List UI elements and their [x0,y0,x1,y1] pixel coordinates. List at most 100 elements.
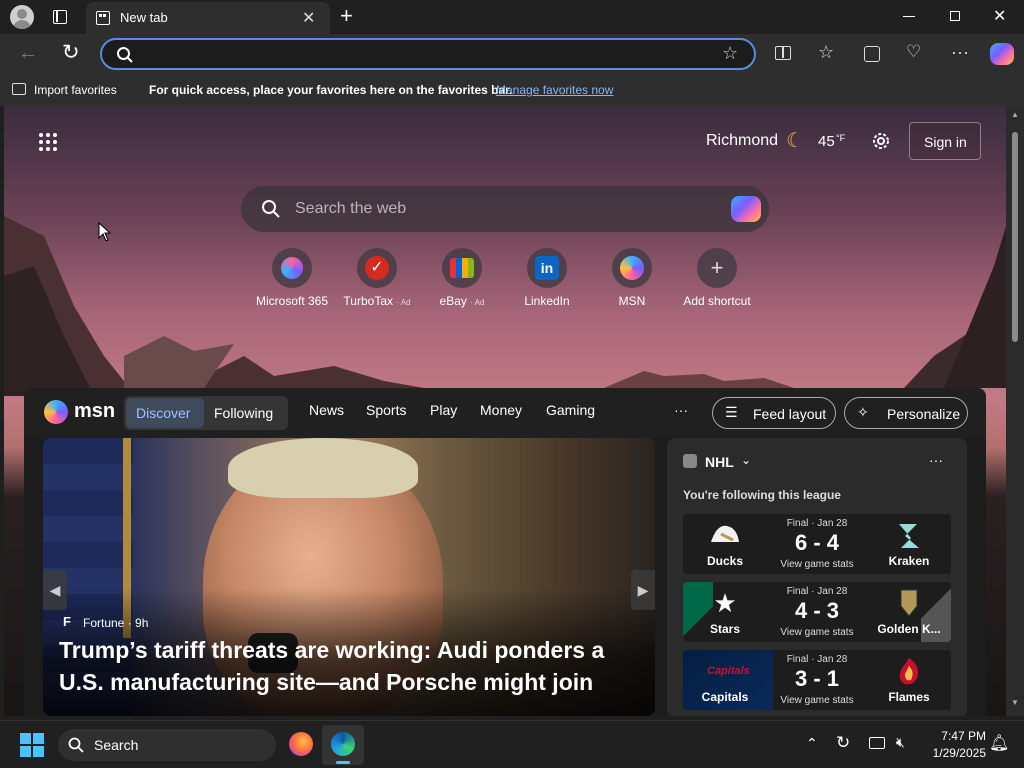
favorite-star-icon[interactable]: ☆ [722,43,738,64]
performance-icon[interactable]: ♡ [906,42,921,62]
notifications-bell-icon[interactable]: 🔔︎ [989,733,1009,753]
nav-more[interactable]: ··· [674,402,688,418]
favorites-bar: Import favorites For quick access, place… [0,74,1024,106]
favorites-icon[interactable]: ☆ [818,42,834,63]
following-subtitle: You're following this league [683,488,841,502]
golden-knights-logo-icon [891,588,927,618]
nav-play[interactable]: Play [430,402,457,418]
feed-navigation: msn Discover Following News Sports Play … [24,388,986,438]
shortcut-msn[interactable]: MSN [587,248,677,308]
feed-content: ◀ ▶ F Fortune · 9h Trump’s tariff threat… [24,438,986,716]
league-selector[interactable]: NHL [705,454,734,470]
msn-logo-icon [44,400,68,424]
stars-logo-icon: ★ [713,588,737,618]
sign-in-button[interactable]: Sign in [909,122,981,160]
chevron-down-icon[interactable]: ⌄ [741,453,751,467]
ducks-logo-icon [707,520,743,550]
shortcut-linkedin[interactable]: in LinkedIn [502,248,592,308]
shortcut-ebay[interactable]: eBay · Ad [417,248,507,308]
settings-more-icon[interactable]: ··· [951,42,969,63]
weather-city[interactable]: Richmond [706,132,778,150]
copilot-icon[interactable] [990,43,1014,65]
address-input[interactable] [142,45,702,65]
hero-article-card[interactable]: ◀ ▶ F Fortune · 9h Trump’s tariff threat… [43,438,655,716]
tab-discover[interactable]: Discover [126,398,204,428]
tab-title: New tab [120,10,168,25]
new-tab-button[interactable]: + [340,3,353,29]
page-scrollbar[interactable]: ▲ ▼ [1006,106,1024,716]
copilot-search-icon[interactable] [731,196,761,222]
web-search-input[interactable] [295,198,695,220]
start-windows-icon[interactable] [20,733,44,757]
network-icon[interactable] [869,737,885,749]
web-search-icon [262,200,280,218]
nav-news[interactable]: News [309,402,344,418]
personalize-button[interactable]: ✧ Personalize [844,397,968,429]
collections-icon[interactable] [864,46,880,62]
sliders-icon: ☰ [725,404,738,420]
clock-date[interactable]: 1/29/2025 [924,746,986,760]
game-card[interactable]: ★ Stars Final · Jan 28 4 - 3 View game s… [683,582,951,642]
ebay-icon [450,258,474,278]
weather-unit: °F [836,133,846,143]
edge-taskbar-button[interactable] [322,725,364,765]
show-hidden-icons-chevron-icon[interactable]: ⌃ [806,735,818,752]
firefox-icon[interactable] [289,732,313,756]
game-card[interactable]: Ducks Final · Jan 28 6 - 4 View game sta… [683,514,951,574]
msn-icon [620,256,644,280]
restore-icon[interactable] [950,11,960,21]
feed-layout-button[interactable]: ☰ Feed layout [712,397,836,429]
taskbar-search[interactable]: Search [58,729,276,761]
page-settings-gear-icon[interactable] [870,130,892,152]
scroll-up-icon[interactable]: ▲ [1011,110,1019,119]
nav-gaming[interactable]: Gaming [546,402,595,418]
sparkle-icon: ✧ [857,404,869,420]
scroll-down-icon[interactable]: ▼ [1011,698,1019,707]
back-icon[interactable]: ← [18,42,38,65]
title-bar: New tab ✕ + ✕ [0,0,1024,34]
hero-photo-hair [228,438,418,498]
weather-temp[interactable]: 45 [818,133,835,150]
flames-logo-icon [891,656,927,686]
nav-money[interactable]: Money [480,402,522,418]
taskbar-search-icon [68,737,84,753]
tab-actions-icon[interactable] [53,10,67,24]
minimize-icon[interactable] [903,16,915,17]
split-screen-icon[interactable] [775,46,791,60]
nav-sports[interactable]: Sports [366,402,406,418]
close-window-icon[interactable]: ✕ [993,6,1006,26]
carousel-next-button[interactable]: ▶ [631,570,655,610]
close-tab-icon[interactable]: ✕ [302,8,315,28]
import-icon [12,83,26,95]
nhl-scores-card: NHL ⌄ ··· You're following this league D… [667,438,967,716]
refresh-icon[interactable]: ↻ [62,40,80,65]
nhl-more-button[interactable]: ··· [929,452,943,468]
search-icon [117,47,133,63]
article-headline[interactable]: Trump’s tariff threats are working: Audi… [59,634,629,698]
apps-grid-icon[interactable] [38,132,58,152]
import-favorites-button[interactable]: Import favorites [34,83,117,97]
game-card[interactable]: Capitals Capitals Final · Jan 28 3 - 1 V… [683,650,951,710]
sign-in-label: Sign in [924,134,967,150]
shortcut-microsoft-365[interactable]: Microsoft 365 [247,248,337,308]
manage-favorites-link[interactable]: Manage favorites now [496,83,613,97]
tab-following[interactable]: Following [214,405,273,421]
carousel-prev-button[interactable]: ◀ [43,570,67,610]
msn-brand: msn [74,400,116,422]
browser-toolbar: ← ↻ ☆ ☆ ♡ ··· [0,34,1024,74]
profile-avatar[interactable] [10,5,34,29]
shortcut-add[interactable]: + Add shortcut [672,248,762,308]
update-icon[interactable]: ↻ [836,733,850,753]
address-bar[interactable]: ☆ [100,38,756,70]
linkedin-icon: in [535,256,559,280]
kraken-logo-icon [891,520,927,550]
article-source[interactable]: Fortune · 9h [83,616,148,630]
web-search-box[interactable] [241,186,769,232]
tab-new-tab[interactable]: New tab ✕ [86,2,330,34]
scrollbar-thumb[interactable] [1012,132,1018,342]
shortcut-turbotax[interactable]: ✓ TurboTax · Ad [332,248,422,308]
volume-muted-icon[interactable]: 🔇︎ [896,734,905,751]
microsoft-365-icon [281,257,303,279]
mouse-cursor-icon [98,222,112,242]
clock-time[interactable]: 7:47 PM [934,729,986,743]
